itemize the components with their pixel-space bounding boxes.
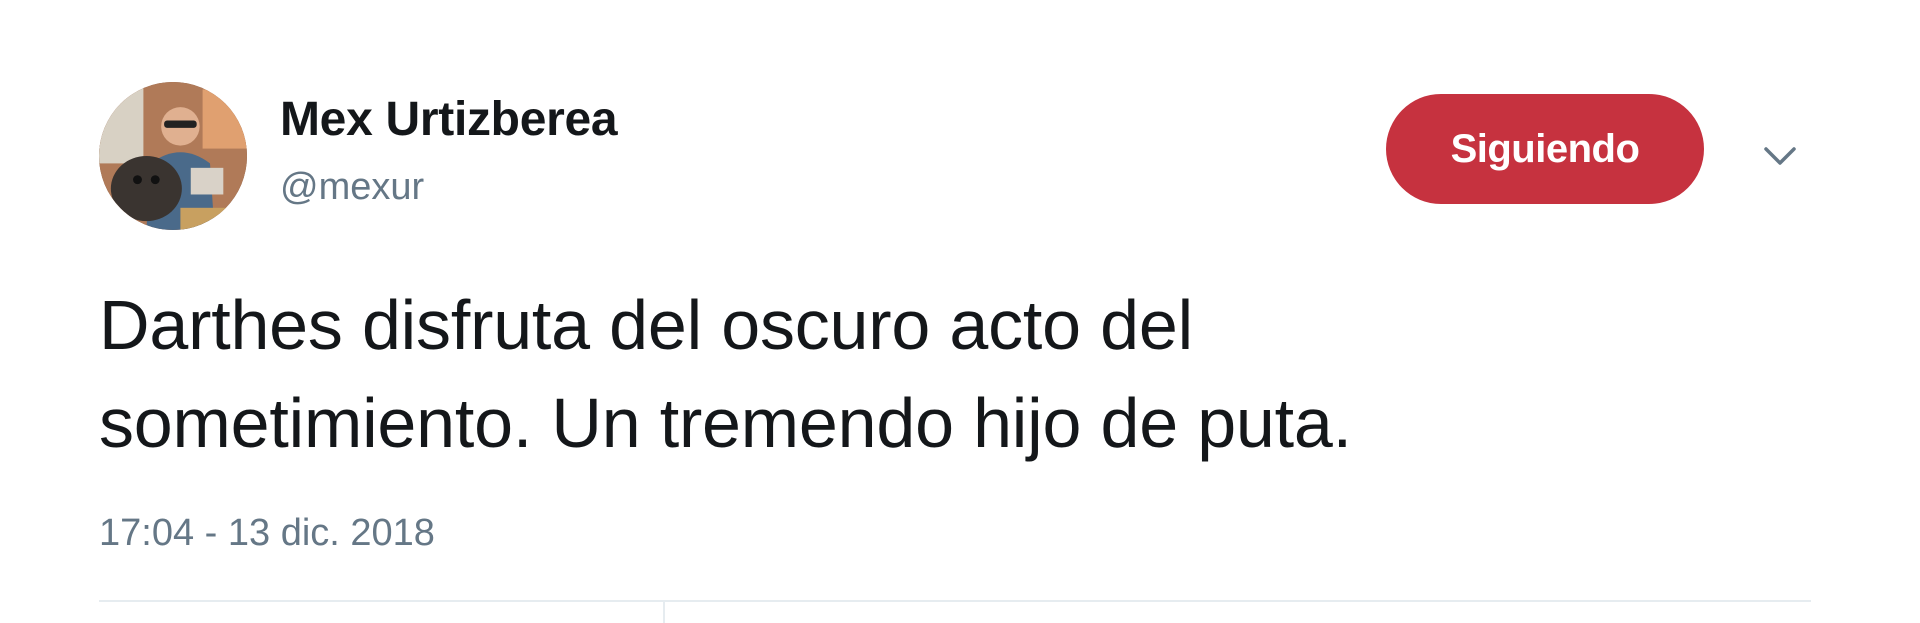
tweet-text-line: sometimiento. Un tremendo hijo de puta. <box>99 384 1352 462</box>
display-name[interactable]: Mex Urtizberea <box>280 92 618 147</box>
tweet-timestamp[interactable]: 17:04 - 13 dic. 2018 <box>99 512 435 555</box>
divider <box>99 600 1811 602</box>
divider-vertical <box>663 602 665 623</box>
avatar[interactable] <box>99 82 247 230</box>
following-button[interactable]: Siguiendo <box>1386 94 1704 204</box>
chevron-down-icon[interactable] <box>1760 136 1800 176</box>
screen-name[interactable]: @mexur <box>280 166 424 209</box>
tweet-card: Mex Urtizberea @mexur Siguiendo Darthes … <box>0 0 1920 623</box>
tweet-text: Darthes disfruta del oscuro acto del som… <box>99 276 1819 472</box>
avatar-photo-icon <box>99 82 247 230</box>
tweet-text-line: Darthes disfruta del oscuro acto del <box>99 286 1193 364</box>
